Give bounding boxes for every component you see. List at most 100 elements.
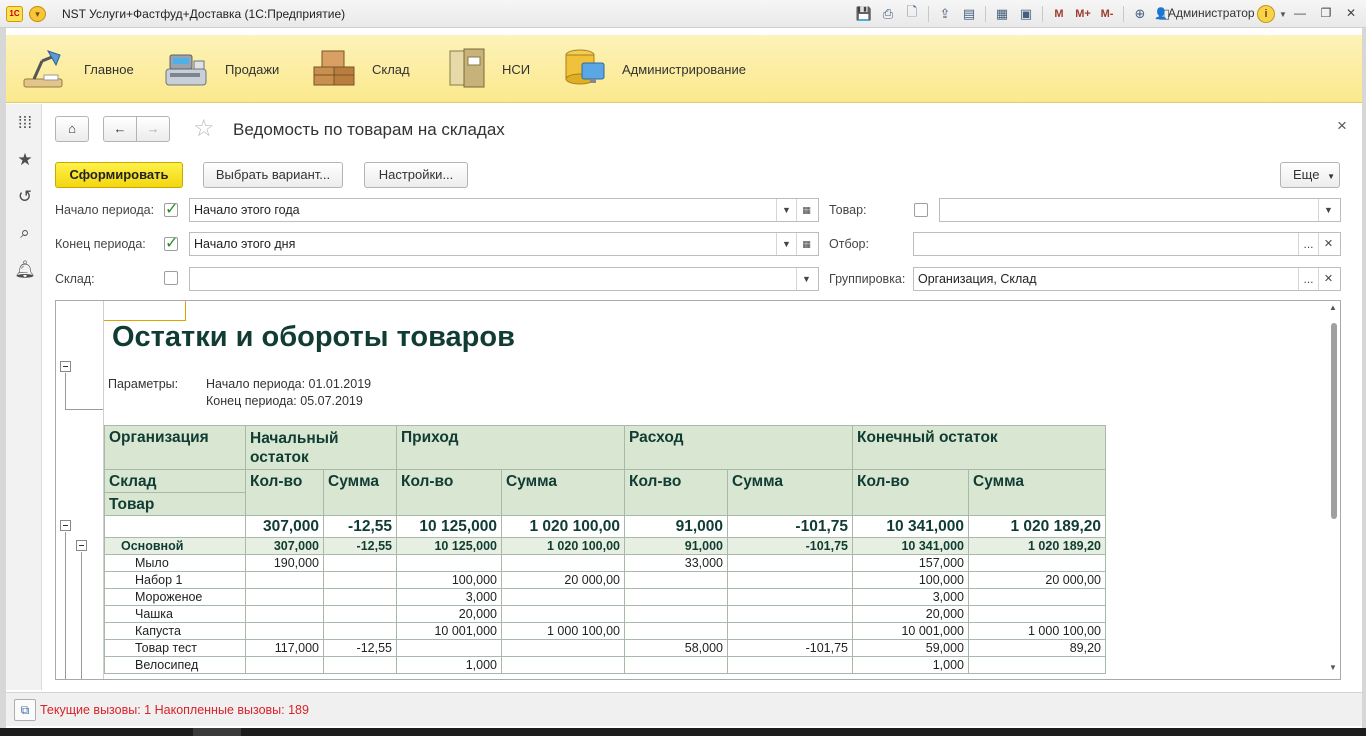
table-cell [396, 554, 502, 572]
performance-icon[interactable]: ⧉ [14, 699, 36, 721]
all-functions-icon[interactable]: ⁞⁞⁞ [14, 112, 36, 134]
period-start-checkbox[interactable] [164, 199, 178, 219]
product-name: Чашка [104, 605, 246, 623]
notifications-bell-icon[interactable]: 🔔︎ [14, 259, 36, 281]
clear-icon[interactable]: ✕ [1318, 268, 1338, 290]
chevron-down-icon[interactable]: ▼ [1318, 199, 1338, 221]
back-button[interactable]: ← [103, 116, 137, 142]
info-icon[interactable]: i [1257, 5, 1275, 23]
table-cell [501, 588, 625, 606]
calculator-icon[interactable]: ▦ [990, 5, 1014, 23]
save-icon[interactable]: 💾 [852, 5, 876, 23]
history-icon[interactable]: ↺ [14, 186, 36, 208]
table-row[interactable]: Чашка 20,000 20,000 [104, 605, 1106, 623]
report-document[interactable]: Остатки и обороты товаров Параметры: Нач… [55, 300, 1341, 680]
section-main[interactable]: Главное [20, 35, 150, 103]
collapse-total-icon[interactable] [60, 520, 71, 531]
selection-field[interactable]: ... ✕ [913, 232, 1341, 256]
print-icon[interactable]: ⎙ [876, 5, 900, 23]
home-button[interactable]: ⌂ [55, 116, 89, 142]
close-window-button[interactable]: ✕ [1340, 5, 1362, 23]
table-row[interactable]: Велосипед 1,000 1,000 [104, 656, 1106, 674]
memory-m-button[interactable]: M [1047, 5, 1071, 23]
grouping-value: Организация, Склад [918, 272, 1037, 286]
server-admin-icon [565, 49, 605, 85]
table-cell [323, 656, 397, 674]
calendar-icon[interactable]: ▣ [1014, 5, 1038, 23]
total-cell: 10 125,000 [396, 515, 502, 538]
table-cell: 10 001,000 [396, 622, 502, 640]
table-row[interactable]: Капуста 10 001,000 1 000 100,00 10 001,000 1… [104, 622, 1106, 640]
vertical-scrollbar[interactable]: ▲ ▼ [1328, 301, 1340, 679]
attach-icon[interactable]: ▤ [957, 5, 981, 23]
section-warehouse[interactable]: Склад [310, 35, 420, 103]
table-cell: 100,000 [396, 571, 502, 589]
chevron-down-icon[interactable]: ▼ [1279, 10, 1287, 19]
table-row[interactable]: Товар тест 117,000 -12,55 58,000 -101,75 59,0… [104, 639, 1106, 657]
favorites-star-icon[interactable]: ★ [14, 149, 36, 171]
product-field[interactable]: ▼ [939, 198, 1341, 222]
calendar-icon[interactable]: ▦ [796, 233, 816, 255]
table-cell [968, 656, 1106, 674]
search-icon[interactable]: ⌕ [14, 222, 36, 244]
warehouse-checkbox[interactable] [164, 271, 178, 285]
warehouse-field[interactable]: ▼ [189, 267, 819, 291]
memory-minus-button[interactable]: M- [1095, 5, 1119, 23]
scroll-up-icon[interactable]: ▲ [1329, 303, 1337, 312]
restore-button[interactable]: ❐ [1315, 5, 1337, 23]
section-sales[interactable]: Продажи [162, 35, 292, 103]
select-dots-button[interactable]: ... [1298, 268, 1318, 290]
calendar-icon[interactable]: ▦ [796, 199, 816, 221]
section-label-admin: Администрирование [622, 62, 746, 77]
grouping-field[interactable]: Организация, Склад ... ✕ [913, 267, 1341, 291]
settings-button[interactable]: Настройки... [364, 162, 468, 188]
section-nsi[interactable]: НСИ [444, 35, 544, 103]
scroll-down-icon[interactable]: ▼ [1329, 663, 1337, 672]
select-dots-button[interactable]: ... [1298, 233, 1318, 255]
group-row[interactable]: Основной 307,000 -12,55 10 125,000 1 020… [104, 537, 1106, 555]
report-table: Организация Начальный остаток Приход Рас… [104, 425, 1106, 674]
memory-plus-button[interactable]: M+ [1071, 5, 1095, 23]
active-cell[interactable] [104, 301, 186, 321]
main-menu-button[interactable]: ▾ [29, 6, 46, 22]
desk-lamp-icon [23, 50, 63, 88]
table-row[interactable]: Набор 1 100,000 20 000,00 100,000 20 000,00 [104, 571, 1106, 589]
more-button[interactable]: Еще ▼ [1280, 162, 1340, 188]
period-end-checkbox[interactable] [164, 233, 178, 253]
user-name: Администратор [1168, 6, 1255, 20]
preview-icon[interactable]: 🗋 [900, 4, 924, 23]
table-cell [501, 639, 625, 657]
table-cell: 1 000 100,00 [968, 622, 1106, 640]
total-label [104, 515, 246, 538]
generate-button[interactable]: Сформировать [55, 162, 183, 188]
period-end-field[interactable]: Начало этого дня ▼ ▦ [189, 232, 819, 256]
close-form-button[interactable]: × [1337, 116, 1347, 136]
link-icon[interactable]: ⇪ [933, 5, 957, 23]
user-block[interactable]: 👤 Администратор [1154, 6, 1255, 20]
zoom-icon[interactable]: ⊕ [1128, 5, 1152, 23]
table-cell: 157,000 [852, 554, 969, 572]
chevron-down-icon[interactable]: ▼ [776, 199, 796, 221]
minimize-button[interactable]: — [1289, 5, 1311, 23]
favorite-star-icon[interactable]: ☆ [193, 114, 215, 143]
header-qty: Кол-во [245, 469, 324, 516]
taskbar-active-item[interactable] [193, 728, 241, 736]
clear-icon[interactable]: ✕ [1318, 233, 1338, 255]
total-row[interactable]: 307,000 -12,55 10 125,000 1 020 100,00 9… [104, 515, 1106, 538]
choose-variant-button[interactable]: Выбрать вариант... [203, 162, 343, 188]
table-cell [501, 605, 625, 623]
collapse-header-icon[interactable] [60, 361, 71, 372]
product-checkbox[interactable] [914, 203, 928, 217]
table-cell [323, 622, 397, 640]
chevron-down-icon[interactable]: ▼ [796, 268, 816, 290]
section-admin[interactable]: Администрирование [560, 35, 760, 103]
table-cell: 1,000 [396, 656, 502, 674]
table-row[interactable]: Мыло 190,000 33,000 157,000 [104, 554, 1106, 572]
chevron-down-icon[interactable]: ▼ [776, 233, 796, 255]
scroll-thumb[interactable] [1331, 323, 1337, 519]
separator [1042, 6, 1043, 22]
forward-button[interactable]: → [136, 116, 170, 142]
period-start-field[interactable]: Начало этого года ▼ ▦ [189, 198, 819, 222]
collapse-group-icon[interactable] [76, 540, 87, 551]
table-row[interactable]: Мороженое 3,000 3,000 [104, 588, 1106, 606]
